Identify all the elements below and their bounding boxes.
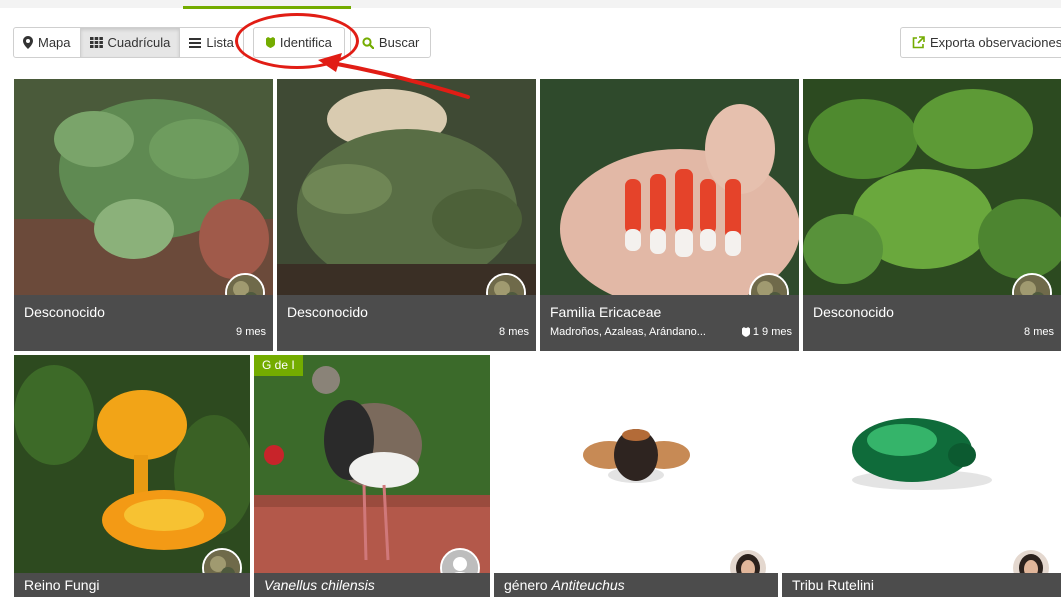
- annotation-arrow: [318, 53, 470, 99]
